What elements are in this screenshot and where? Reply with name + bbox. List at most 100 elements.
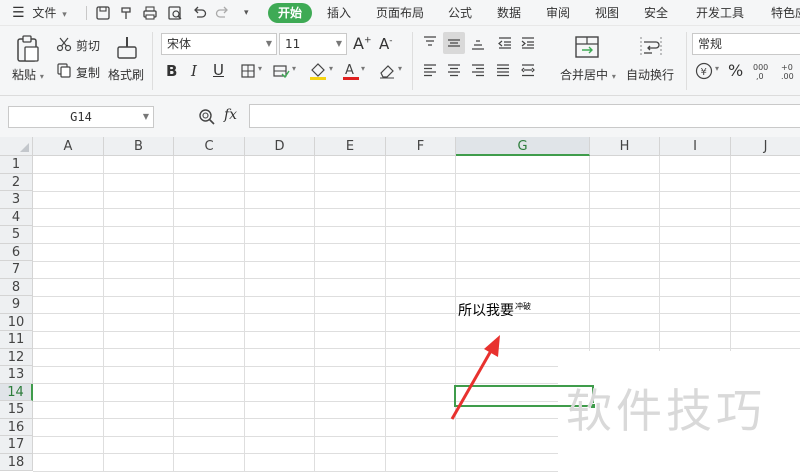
tab-data[interactable]: 数据 <box>497 4 521 22</box>
chevron-down-icon: ▼ <box>265 39 272 48</box>
number-format-select[interactable]: 常规 <box>692 33 800 55</box>
wrap-text-icon[interactable] <box>638 34 664 60</box>
tab-special[interactable]: 特色应 <box>771 4 800 22</box>
increase-font-size-icon[interactable]: A+ <box>353 34 372 53</box>
thousands-separator-icon[interactable]: 000,0 <box>752 61 774 81</box>
tab-review[interactable]: 审阅 <box>546 4 570 22</box>
fill-color-icon[interactable] <box>308 61 328 81</box>
tab-insert[interactable]: 插入 <box>327 4 351 22</box>
column-header-h[interactable]: H <box>590 137 660 156</box>
tab-view[interactable]: 视图 <box>595 4 619 22</box>
column-header-a[interactable]: A <box>33 137 104 156</box>
align-top-icon[interactable] <box>422 35 438 51</box>
decrease-indent-icon[interactable] <box>497 35 513 51</box>
cut-button[interactable]: 剪切 <box>76 37 100 54</box>
row-header-14[interactable]: 14 <box>0 383 33 401</box>
column-header-c[interactable]: C <box>174 137 245 156</box>
format-painter-icon[interactable] <box>115 34 139 62</box>
row-header-15[interactable]: 15 <box>0 401 33 419</box>
tab-developer[interactable]: 开发工具 <box>696 4 744 22</box>
underline-icon[interactable]: U <box>213 61 224 79</box>
eraser-icon[interactable] <box>378 63 396 79</box>
redo-icon[interactable] <box>214 4 232 22</box>
quick-access-more-icon[interactable]: ▾ <box>244 4 249 22</box>
cell-g9[interactable]: 所以我要冲破 <box>458 297 531 319</box>
increase-indent-icon[interactable] <box>520 35 536 51</box>
tab-security[interactable]: 安全 <box>644 4 668 22</box>
row-header-2[interactable]: 2 <box>0 173 33 191</box>
formula-input[interactable] <box>249 104 800 128</box>
row-header-18[interactable]: 18 <box>0 453 33 471</box>
row-header-16[interactable]: 16 <box>0 418 33 436</box>
row-header-3[interactable]: 3 <box>0 191 33 209</box>
align-left-icon[interactable] <box>422 62 438 78</box>
row-header-17[interactable]: 17 <box>0 436 33 454</box>
row-header-7[interactable]: 7 <box>0 261 33 279</box>
row-header-12[interactable]: 12 <box>0 348 33 366</box>
print-icon[interactable] <box>141 4 159 22</box>
column-header-f[interactable]: F <box>386 137 456 156</box>
tab-formulas[interactable]: 公式 <box>448 4 472 22</box>
bold-icon[interactable]: B <box>166 62 177 80</box>
font-color-icon[interactable]: A <box>342 61 360 81</box>
save-icon[interactable] <box>94 4 112 22</box>
row-header-10[interactable]: 10 <box>0 313 33 331</box>
row-header-8[interactable]: 8 <box>0 278 33 296</box>
column-header-b[interactable]: B <box>104 137 174 156</box>
wrap-text-button[interactable]: 自动换行 <box>626 66 674 83</box>
align-center-icon[interactable] <box>446 62 462 78</box>
print-preview-icon[interactable] <box>166 4 184 22</box>
increase-decimal-icon[interactable]: +0.00 <box>780 61 800 81</box>
format-painter-icon[interactable] <box>118 4 136 22</box>
column-header-d[interactable]: D <box>245 137 315 156</box>
copy-icon[interactable] <box>56 62 72 78</box>
paste-button[interactable]: 粘贴 ▾ <box>12 66 44 83</box>
name-box[interactable]: G14 ▼ <box>8 106 154 128</box>
copy-button[interactable]: 复制 <box>76 64 100 81</box>
percent-button[interactable]: % <box>728 61 743 80</box>
borders-icon[interactable] <box>240 63 256 79</box>
spreadsheet-grid[interactable]: A B C D E F G H I J 1 2 3 4 5 6 7 8 9 10… <box>0 137 800 472</box>
column-header-g[interactable]: G <box>456 137 590 156</box>
column-header-e[interactable]: E <box>315 137 386 156</box>
align-right-icon[interactable] <box>470 62 486 78</box>
chevron-down-icon[interactable]: ▾ <box>329 64 333 73</box>
currency-icon[interactable]: ¥ <box>694 61 714 81</box>
undo-icon[interactable] <box>190 4 208 22</box>
format-painter-button[interactable]: 格式刷 <box>108 66 144 83</box>
chevron-down-icon[interactable]: ▾ <box>715 64 719 73</box>
fx-button[interactable]: fx <box>224 107 237 123</box>
italic-icon[interactable]: I <box>191 62 197 80</box>
chevron-down-icon[interactable]: ▾ <box>398 64 402 73</box>
column-header-j[interactable]: J <box>731 137 800 156</box>
row-header-5[interactable]: 5 <box>0 226 33 244</box>
paste-icon[interactable] <box>14 34 42 64</box>
row-header-13[interactable]: 13 <box>0 366 33 384</box>
align-bottom-icon[interactable] <box>470 35 486 51</box>
chevron-down-icon[interactable]: ▾ <box>292 64 296 73</box>
distributed-align-icon[interactable] <box>520 62 536 78</box>
row-header-6[interactable]: 6 <box>0 243 33 261</box>
chevron-down-icon[interactable]: ▾ <box>258 64 262 73</box>
select-all-corner[interactable] <box>0 137 33 156</box>
row-header-9[interactable]: 9 <box>0 296 33 314</box>
merge-center-button[interactable]: 合并居中 ▾ <box>560 66 616 83</box>
cell-style-icon[interactable] <box>272 63 290 79</box>
grid-line <box>33 190 800 192</box>
chevron-down-icon[interactable]: ▾ <box>361 64 365 73</box>
row-header-1[interactable]: 1 <box>0 156 33 174</box>
watermark-text: 软件技巧 <box>566 384 766 438</box>
zoom-search-icon[interactable] <box>198 108 216 126</box>
tab-page-layout[interactable]: 页面布局 <box>376 4 424 22</box>
font-name-select[interactable]: 宋体 ▼ <box>161 33 277 55</box>
scissors-icon[interactable] <box>56 36 72 52</box>
row-header-11[interactable]: 11 <box>0 331 33 349</box>
decrease-font-size-icon[interactable]: A- <box>379 35 393 53</box>
column-header-i[interactable]: I <box>660 137 731 156</box>
row-header-4[interactable]: 4 <box>0 208 33 226</box>
justify-icon[interactable] <box>495 62 511 78</box>
font-size-select[interactable]: 11 ▼ <box>279 33 347 55</box>
file-menu[interactable]: ☰ 文件 ▾ <box>12 4 67 22</box>
tab-home[interactable]: 开始 <box>268 3 312 23</box>
merge-center-icon[interactable] <box>574 34 600 60</box>
